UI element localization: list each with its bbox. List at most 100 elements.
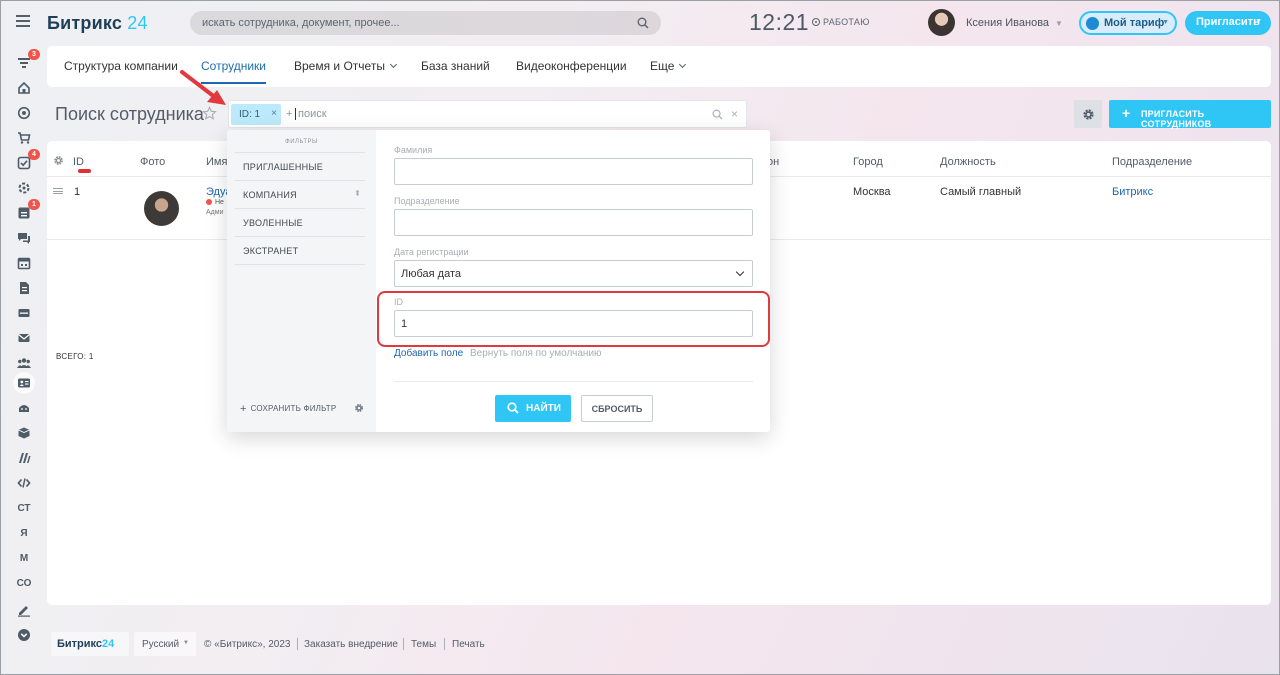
slashes-icon	[19, 453, 31, 463]
my-tariff-button[interactable]: Мой тариф ▼	[1079, 11, 1177, 35]
reset-button[interactable]: СБРОСИТЬ	[581, 395, 653, 422]
column-header-position[interactable]: Должность	[940, 156, 996, 168]
home-icon	[18, 81, 30, 94]
filter-presets-panel: ФИЛЬТРЫ ПРИГЛАШЕННЫЕ КОМПАНИЯ ⇞ УВОЛЕННЫЕ…	[227, 130, 376, 432]
department-link[interactable]: Битрикс	[1112, 186, 1153, 198]
sidebar-item-edit[interactable]	[13, 599, 35, 621]
plus-icon: +	[1122, 105, 1131, 121]
add-filter-icon[interactable]: +	[286, 108, 292, 120]
row-drag-handle-icon[interactable]	[53, 188, 63, 194]
tab-company-structure[interactable]: Структура компании	[64, 59, 178, 73]
user-menu[interactable]: Ксения Иванова ▼	[966, 17, 1063, 29]
presets-gear-icon[interactable]	[354, 403, 364, 413]
sidebar-item-mail[interactable]	[13, 327, 35, 349]
footer-divider	[403, 638, 404, 650]
filter-search-box[interactable]: ID: 1 × + поиск ×	[228, 100, 747, 128]
chevron-down-icon: ▼	[1162, 19, 1169, 26]
sidebar-item-android[interactable]	[13, 397, 35, 419]
search-icon[interactable]	[712, 109, 723, 120]
footer-logo[interactable]: Битрикс24	[51, 632, 129, 656]
search-icon[interactable]	[637, 17, 649, 29]
employee-photo[interactable]	[144, 191, 179, 226]
sidebar-item-calendar[interactable]	[13, 252, 35, 274]
department-field[interactable]	[394, 209, 753, 236]
id-label: ID	[394, 297, 403, 307]
sidebar-item-feed[interactable]: 3	[13, 49, 40, 74]
calendar-icon	[17, 257, 31, 270]
global-search-input[interactable]	[202, 11, 622, 35]
employee-role: Адми	[206, 209, 224, 216]
sidebar-item-ya[interactable]: Я	[13, 522, 35, 544]
sidebar-item-sites[interactable]	[13, 447, 35, 469]
sidebar-item-documents[interactable]	[13, 277, 35, 299]
presets-title: ФИЛЬТРЫ	[285, 139, 318, 145]
menu-burger-icon[interactable]	[16, 15, 30, 27]
sidebar-item-st[interactable]: СТ	[13, 497, 35, 519]
chevron-down-icon: ▼	[1055, 19, 1063, 28]
id-field[interactable]: 1	[394, 310, 753, 337]
pin-icon[interactable]: ⇞	[354, 189, 361, 198]
sidebar-item-crm[interactable]	[13, 102, 35, 124]
sidebar-item-groups[interactable]	[13, 352, 35, 374]
reg-date-select[interactable]: Любая дата	[394, 260, 753, 287]
sidebar-item-more[interactable]	[13, 624, 35, 646]
find-button[interactable]: НАЙТИ	[495, 395, 571, 422]
preset-company[interactable]: КОМПАНИЯ ⇞	[234, 181, 365, 209]
work-status[interactable]: РАБОТАЮ	[812, 17, 870, 27]
sidebar-item-so[interactable]: СО	[13, 572, 35, 594]
chevron-down-icon	[389, 60, 397, 69]
preset-invited[interactable]: ПРИГЛАШЕННЫЕ	[234, 153, 365, 181]
sidebar-item-home[interactable]	[13, 77, 35, 99]
invite-button[interactable]: Пригласить ▼	[1185, 11, 1271, 35]
chevron-down-icon	[735, 267, 745, 277]
bitrix24-logo[interactable]: Битрикс 24	[47, 13, 148, 34]
sidebar-item-automation[interactable]	[13, 177, 35, 199]
grid-settings-gear-icon[interactable]	[53, 155, 64, 166]
tab-video-conferences[interactable]: Видеоконференции	[516, 59, 627, 73]
chip-close-icon[interactable]: ×	[271, 108, 277, 119]
sidebar-item-developer[interactable]	[13, 472, 35, 494]
sidebar-item-shop[interactable]	[13, 127, 35, 149]
tab-knowledge-base[interactable]: База знаний	[421, 59, 490, 73]
offline-dot-icon	[206, 199, 212, 205]
user-avatar[interactable]	[928, 9, 955, 36]
preset-fired[interactable]: УВОЛЕННЫЕ	[234, 209, 365, 237]
global-search	[190, 11, 661, 35]
column-header-photo[interactable]: Фото	[140, 156, 165, 168]
sidebar-item-tasks[interactable]: 4	[13, 149, 40, 174]
annotation-arrow-icon	[180, 70, 226, 105]
footer-divider	[444, 638, 445, 650]
tab-more[interactable]: Еще	[650, 59, 687, 73]
popup-divider	[394, 381, 753, 382]
sidebar-item-store[interactable]	[13, 422, 35, 444]
sidebar-item-drive[interactable]	[13, 302, 35, 324]
sidebar-item-chat[interactable]	[13, 227, 35, 249]
surname-field[interactable]	[394, 158, 753, 185]
sidebar-item-m[interactable]: М	[13, 547, 35, 569]
restore-default-fields-link[interactable]: Вернуть поля по умолчанию	[470, 348, 602, 359]
column-header-department[interactable]: Подразделение	[1112, 156, 1192, 168]
reg-date-label: Дата регистрации	[394, 247, 469, 257]
column-header-id[interactable]: ID	[73, 156, 84, 168]
invite-employees-button[interactable]: + ПРИГЛАСИТЬ СОТРУДНИКОВ	[1109, 100, 1271, 129]
column-header-city[interactable]: Город	[853, 156, 883, 168]
language-select[interactable]: Русский ▼	[134, 632, 196, 656]
cart-icon	[18, 132, 31, 144]
sidebar-item-employees[interactable]	[13, 372, 35, 394]
filter-chip-id[interactable]: ID: 1 ×	[231, 104, 281, 125]
themes-link[interactable]: Темы	[411, 639, 436, 650]
preset-extranet[interactable]: ЭКСТРАНЕТ	[234, 237, 365, 265]
column-header-name[interactable]: Имя	[206, 156, 227, 168]
save-filter-button[interactable]: + СОХРАНИТЬ ФИЛЬТР	[240, 403, 336, 415]
clock: 12:21	[749, 9, 810, 35]
add-field-link[interactable]: Добавить поле	[394, 348, 463, 359]
filter-search-input[interactable]: поиск	[295, 108, 327, 120]
settings-button[interactable]	[1074, 100, 1102, 128]
order-implementation-link[interactable]: Заказать внедрение	[304, 639, 398, 650]
clear-icon[interactable]: ×	[731, 107, 738, 121]
sidebar-item-calendar-list[interactable]: 1	[13, 199, 40, 224]
print-link[interactable]: Печать	[452, 639, 485, 650]
top-tabs: Структура компании Сотрудники Время и От…	[47, 46, 1271, 87]
mail-icon	[18, 334, 30, 342]
tab-time-reports[interactable]: Время и Отчеты	[294, 59, 397, 73]
